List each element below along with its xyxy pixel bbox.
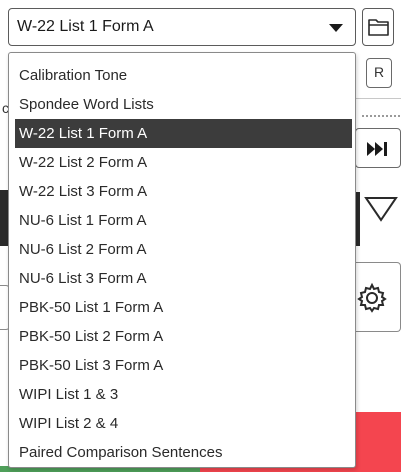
skip-next-button[interactable]: [355, 128, 401, 168]
dropdown-option[interactable]: WIPI List 1 & 3: [15, 380, 352, 409]
material-dropdown-list: Calibration Tone Spondee Word Lists W-22 L…: [8, 52, 356, 468]
dropdown-option[interactable]: W-22 List 1 Form A: [15, 119, 352, 148]
dropdown-option[interactable]: PBK-50 List 3 Form A: [15, 351, 352, 380]
dropdown-option[interactable]: NU-6 List 2 Form A: [15, 235, 352, 264]
open-folder-button[interactable]: [362, 8, 394, 46]
chevron-down-icon: [329, 24, 343, 32]
dropdown-option[interactable]: W-22 List 2 Form A: [15, 148, 352, 177]
dropdown-option[interactable]: Spondee Word Lists: [15, 90, 352, 119]
dotted-separator: [362, 115, 400, 117]
dropdown-option[interactable]: PBK-50 List 2 Form A: [15, 322, 352, 351]
dropdown-option[interactable]: W-22 List 3 Form A: [15, 177, 352, 206]
triangle-down-icon[interactable]: [364, 196, 398, 222]
r-button[interactable]: R: [366, 58, 392, 88]
folder-icon: [368, 19, 389, 36]
dropdown-option[interactable]: NU-6 List 1 Form A: [15, 206, 352, 235]
gear-icon: [357, 282, 387, 313]
app-window: c R W-22 List 1 Form A Calibration Tone …: [0, 0, 401, 472]
dropdown-option[interactable]: PBK-50 List 1 Form A: [15, 293, 352, 322]
dropdown-option[interactable]: Paired Comparison Sentences: [15, 438, 352, 467]
settings-button[interactable]: [352, 262, 401, 332]
dropdown-option[interactable]: NU-6 List 3 Form A: [15, 264, 352, 293]
material-select[interactable]: W-22 List 1 Form A: [8, 8, 356, 46]
material-select-value: W-22 List 1 Form A: [17, 18, 154, 35]
dropdown-option[interactable]: Calibration Tone: [15, 61, 352, 90]
skip-next-icon: [367, 142, 387, 156]
divider: [356, 98, 401, 99]
dropdown-option[interactable]: WIPI List 2 & 4: [15, 409, 352, 438]
